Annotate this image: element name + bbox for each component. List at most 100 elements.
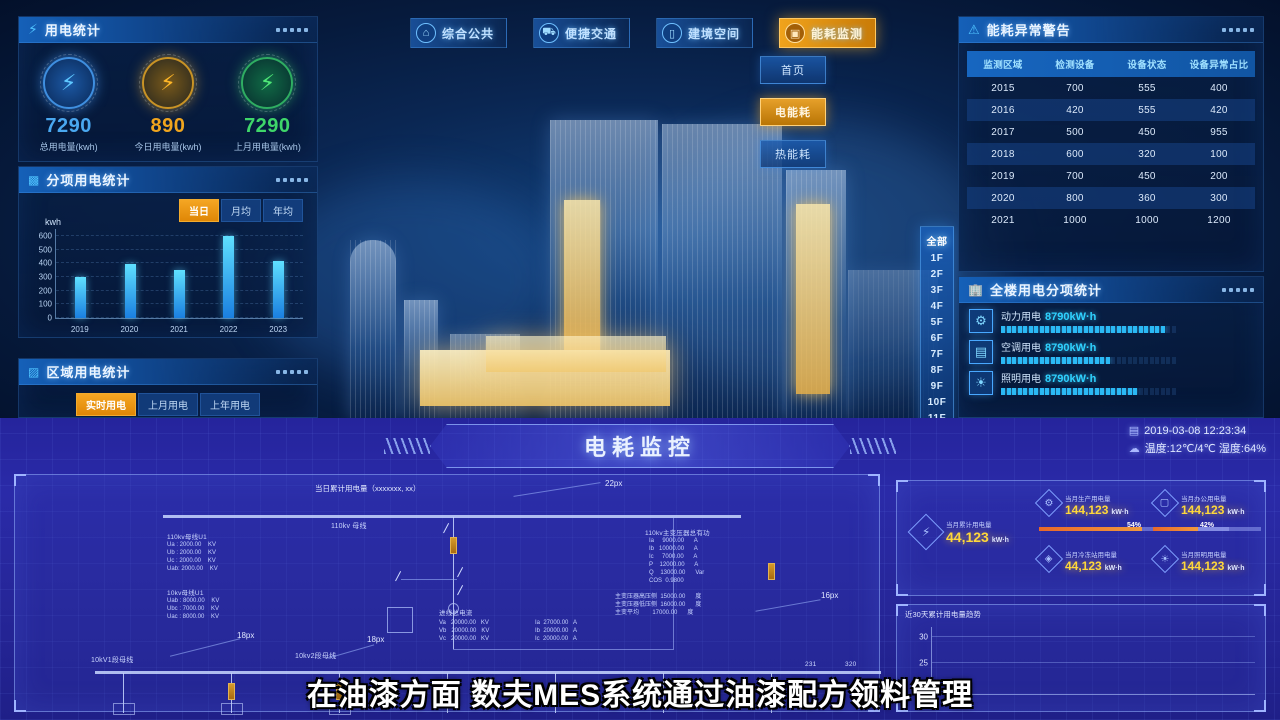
floor-item-5f[interactable]: 5F: [921, 314, 953, 330]
panel-area-stats: ▨ 区域用电统计 实时用电 上月用电 上年用电: [18, 358, 318, 418]
item-stats-chart: kwh 600 500 400 300 200 100 0 2019 2020 …: [27, 217, 307, 335]
floor-item-1f[interactable]: 1F: [921, 250, 953, 266]
chiller-icon: ◈: [1034, 544, 1064, 574]
cell: 700: [1066, 170, 1084, 182]
usage-body: 照明用电 8790kW·h: [1001, 370, 1253, 395]
cell: 600: [1066, 148, 1084, 160]
floor-item-3f[interactable]: 3F: [921, 282, 953, 298]
floor-item-9f[interactable]: 9F: [921, 378, 953, 394]
tab-lastyear[interactable]: 上年用电: [200, 393, 260, 416]
kpi-value-wrap: 144,123 kW·h: [1181, 503, 1245, 517]
kpi-value-wrap: 144,123 kW·h: [1065, 503, 1129, 517]
kpi-body: 当月照明用电量 144,123 kW·h: [1181, 549, 1245, 573]
panel-building-usage: 🏢 全楼用电分项统计 ⚙ 动力用电 8790kW·h ▤ 空调用电 8790kW…: [958, 276, 1264, 418]
cell: 300: [1210, 192, 1228, 204]
floor-item-all[interactable]: 全部: [921, 230, 953, 250]
table-row[interactable]: 2016 420 555 420: [967, 99, 1255, 121]
kpi-label: 当月生产用电量: [1065, 496, 1111, 503]
cell: 555: [1138, 82, 1156, 94]
table-row[interactable]: 2017 500 450 955: [967, 121, 1255, 143]
lamp-icon: ☀: [969, 370, 993, 395]
bar: [75, 276, 87, 318]
bar-column: [108, 229, 152, 318]
ac-icon: ▤: [969, 339, 993, 364]
monitor-icon: ▣: [785, 23, 806, 43]
gauge-label: 总用电量(kwh): [39, 142, 98, 152]
cell: 955: [1210, 126, 1228, 138]
axis-mark-320: 320: [845, 661, 857, 668]
usage-row-ac: ▤ 空调用电 8790kW·h: [959, 334, 1263, 365]
x-tick: 2019: [70, 325, 89, 334]
y-tick: 100: [38, 299, 52, 309]
light-icon: ☀: [1150, 544, 1180, 574]
floor-item-2f[interactable]: 2F: [921, 266, 953, 282]
block-right-1-title: 110kv主变压器总有功: [645, 530, 710, 537]
kpi-unit: kW·h: [1227, 565, 1245, 572]
cell: 400: [1210, 82, 1228, 94]
table-row[interactable]: 2019 700 450 200: [967, 165, 1255, 187]
floor-item-11f[interactable]: 11F: [921, 410, 953, 419]
floor-item-10f[interactable]: 10F: [921, 394, 953, 410]
nav-item-0[interactable]: ⌂ 综合公共: [410, 18, 508, 48]
cell: 2015: [991, 82, 1015, 94]
col-header: 设备状态: [1127, 60, 1167, 71]
earth-symbol: [387, 607, 413, 633]
tab-realtime[interactable]: 实时用电: [76, 393, 136, 416]
switch-symbol: [443, 523, 458, 538]
warning-icon: ⚠: [968, 21, 980, 37]
floor-item-8f[interactable]: 8F: [921, 362, 953, 378]
building-icon: ▯: [662, 23, 683, 43]
gauge-ring: ⚡: [138, 54, 197, 112]
hatch-icon: ▨: [28, 364, 40, 379]
cell: 450: [1138, 170, 1156, 182]
panel-header: ⚡ 用电统计: [19, 17, 317, 43]
gauge-value: 7290: [45, 115, 92, 137]
gauge-value: 7290: [244, 115, 291, 137]
kpi-body: 当月冷冻站用电量 44,123 kW·h: [1065, 549, 1122, 573]
cell: 420: [1066, 104, 1084, 116]
usage-label-wrap: 空调用电 8790kW·h: [1001, 339, 1253, 354]
usage-label: 照明用电: [1001, 374, 1041, 385]
floor-item-4f[interactable]: 4F: [921, 298, 953, 314]
block-left-2-title: 10kv母线U1: [167, 590, 204, 597]
y-tick: 400: [38, 258, 52, 268]
floor-item-6f[interactable]: 6F: [921, 330, 953, 346]
kpi-main: ⚡ 当月累计用电量 44,123 kW·h: [907, 513, 1009, 551]
table-row[interactable]: 2020 800 360 300: [967, 187, 1255, 209]
table-row[interactable]: 2018 600 320 100: [967, 143, 1255, 165]
datetime-value: 2019-03-08 12:23:34: [1144, 424, 1247, 437]
gauge-group: ⚡ 7290 总用电量(kwh) ⚡ 890 今日用电量(kwh) ⚡ 7290…: [19, 43, 317, 153]
bottom-title-wrap: 电耗监控: [384, 424, 896, 468]
table-row[interactable]: 2015 700 555 400: [967, 77, 1255, 99]
tab-lastmonth[interactable]: 上月用电: [138, 393, 198, 416]
bar: [124, 263, 136, 318]
kpi-value-wrap: 144,123 kW·h: [1181, 559, 1245, 573]
nav-item-label: 建境空间: [688, 26, 741, 41]
submenu-item-home[interactable]: 首页: [760, 56, 826, 84]
nav-item-2[interactable]: ▯ 建境空间: [656, 18, 754, 48]
gauge-total: ⚡ 7290 总用电量(kwh): [23, 54, 115, 153]
usage-body: 空调用电 8790kW·h: [1001, 339, 1253, 364]
submenu-item-electric[interactable]: 电能耗: [760, 98, 826, 126]
submenu: 首页 电能耗 热能耗: [760, 56, 826, 168]
usage-value: 8790kW·h: [1045, 342, 1097, 354]
transformer-symbol: [450, 537, 457, 554]
floor-selector[interactable]: 全部 1F 2F 3F 4F 5F 6F 7F 8F 9F 10F 11F: [920, 226, 954, 418]
table-row[interactable]: 2021 1000 1000 1200: [967, 209, 1255, 231]
floor-item-7f[interactable]: 7F: [921, 346, 953, 362]
cell: 700: [1066, 82, 1084, 94]
nav-item-3[interactable]: ▣ 能耗监测: [779, 18, 877, 48]
usage-value: 8790kW·h: [1045, 311, 1097, 323]
bus-110kv: [163, 515, 741, 518]
kpi-lighting: ☀ 当月照明用电量 144,123 kW·h: [1150, 544, 1245, 574]
weather-line: ☁ 温度:12℃/4℃ 湿度:64%: [1129, 440, 1266, 456]
y-tick: 200: [38, 286, 52, 296]
car-icon: ⛟: [539, 23, 560, 43]
kpi-office: ▢ 当月办公用电量 144,123 kW·h: [1150, 488, 1245, 518]
cell: 1200: [1207, 214, 1231, 226]
kpi-value: 44,123: [1065, 559, 1102, 573]
submenu-item-heat[interactable]: 热能耗: [760, 140, 826, 168]
kpi-value: 44,123: [946, 529, 989, 545]
nav-item-1[interactable]: ⛟ 便捷交通: [533, 18, 631, 48]
table-header-row: 监测区域 检测设备 设备状态 设备异常占比: [967, 51, 1255, 77]
